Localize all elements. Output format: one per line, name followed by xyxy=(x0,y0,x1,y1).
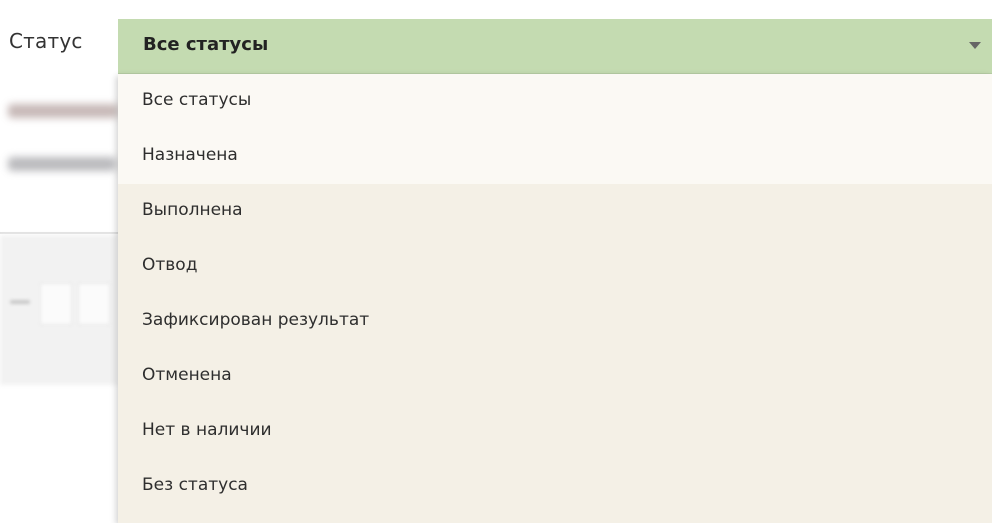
status-select[interactable]: Все статусы xyxy=(118,19,992,74)
background-page: Статус xyxy=(0,0,118,523)
blurred-arrow-icon xyxy=(10,300,30,304)
option-all-statuses[interactable]: Все статусы xyxy=(118,74,992,129)
blurred-text-row xyxy=(8,104,118,118)
option-no-status[interactable]: Без статуса xyxy=(118,459,992,514)
caret-down-icon[interactable] xyxy=(969,42,981,49)
blurred-text-row xyxy=(8,157,116,171)
option-cancelled[interactable]: Отменена xyxy=(118,349,992,404)
option-label: Все статусы xyxy=(142,90,252,110)
status-filter-screen: Статус Все статусы Все статусы Назначена… xyxy=(0,0,992,523)
option-label: Отвод xyxy=(142,255,198,275)
option-label: Назначена xyxy=(142,145,238,165)
option-not-available[interactable]: Нет в наличии xyxy=(118,404,992,459)
option-label: Отменена xyxy=(142,365,232,385)
status-select-value: Все статусы xyxy=(143,34,269,55)
option-label: Без статуса xyxy=(142,475,248,495)
option-label: Нет в наличии xyxy=(142,420,272,440)
status-label: Статус xyxy=(9,29,83,53)
status-dropdown-list: Все статусы Назначена Выполнена Отвод За… xyxy=(118,74,992,523)
option-completed[interactable]: Выполнена xyxy=(118,184,992,239)
option-label: Выполнена xyxy=(142,200,243,220)
option-assigned[interactable]: Назначена xyxy=(118,129,992,184)
blurred-button xyxy=(40,283,72,325)
blurred-button xyxy=(78,283,110,325)
divider xyxy=(0,232,118,234)
option-result-recorded[interactable]: Зафиксирован результат xyxy=(118,294,992,349)
option-withdrawal[interactable]: Отвод xyxy=(118,239,992,294)
option-label: Зафиксирован результат xyxy=(142,310,370,330)
